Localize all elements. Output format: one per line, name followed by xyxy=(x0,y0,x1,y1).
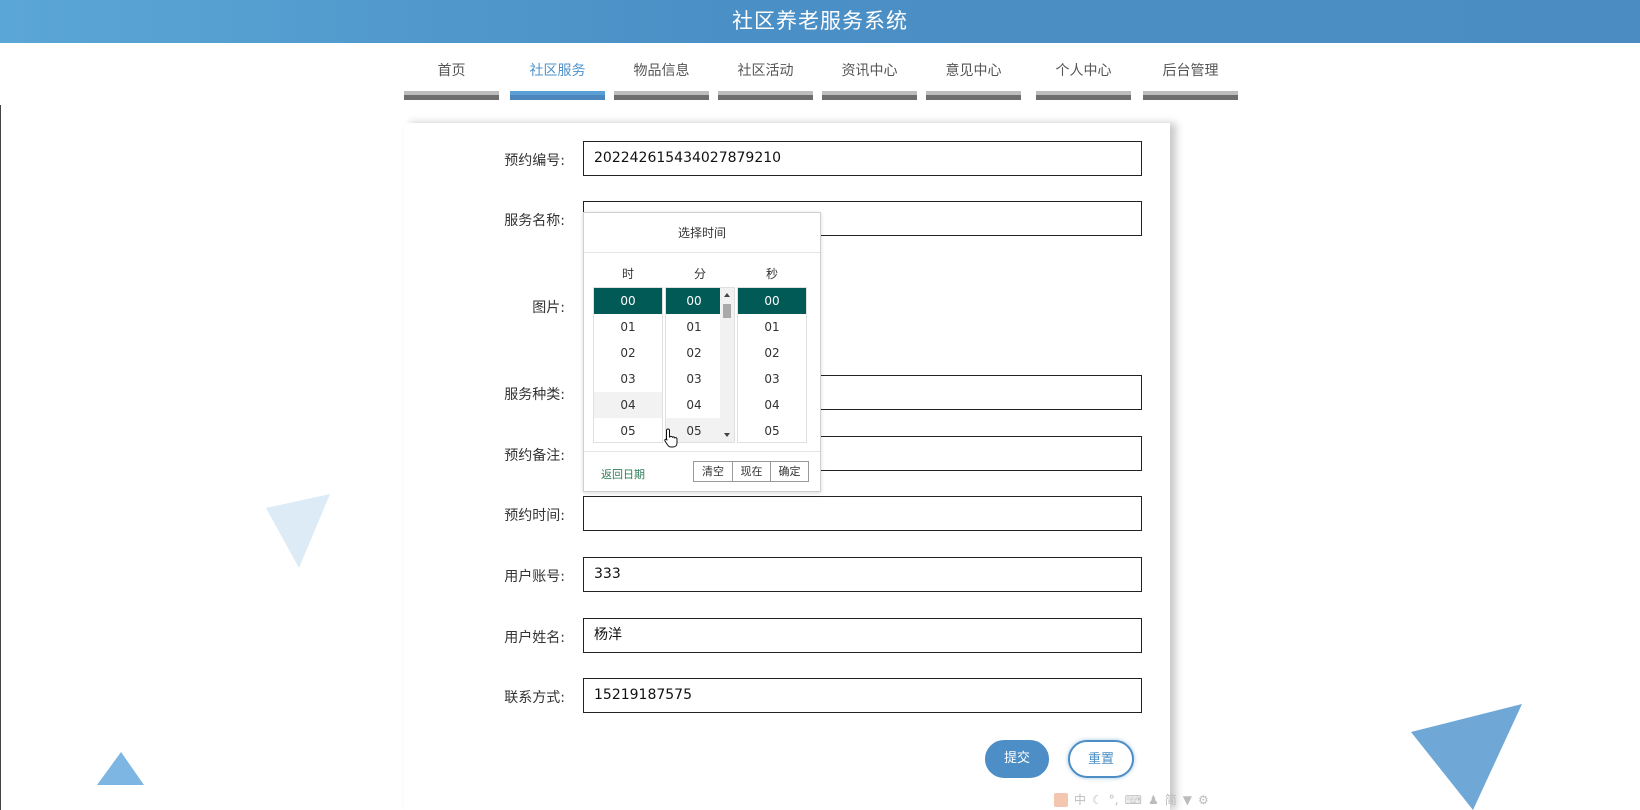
second-list[interactable]: 00 01 02 03 04 05 xyxy=(737,287,807,443)
booking-no-field[interactable]: 20224261543402787921​0 xyxy=(583,141,1142,176)
service-name-label: 服务名称: xyxy=(504,213,565,229)
scroll-up-icon[interactable] xyxy=(724,293,730,297)
minute-list[interactable]: 00 01 02 03 04 05 xyxy=(665,287,735,443)
ime-user-icon[interactable]: ♟ xyxy=(1148,793,1159,807)
hour-option[interactable]: 04 xyxy=(594,392,662,418)
minute-option[interactable]: 03 xyxy=(666,366,722,392)
account-label: 用户账号: xyxy=(504,569,565,585)
hour-column-header: 时 xyxy=(621,267,634,281)
time-picker-footer: 返回日期 清空 现在 确定 xyxy=(584,451,820,493)
username-field[interactable]: 杨洋 xyxy=(583,618,1142,653)
ime-logo-icon xyxy=(1054,792,1068,807)
contact-field[interactable]: 15219187575 xyxy=(583,678,1142,713)
time-picker: 选择时间 时 分 秒 00 01 02 03 04 05 00 01 02 03… xyxy=(583,212,821,492)
minute-column-header: 分 xyxy=(693,267,706,281)
hour-option[interactable]: 05 xyxy=(594,418,662,442)
ime-punctuation-icon[interactable]: °, xyxy=(1109,793,1119,807)
hour-list[interactable]: 00 01 02 03 04 05 xyxy=(593,287,663,443)
nav-personal-center[interactable]: 个人中心 xyxy=(1036,58,1131,100)
confirm-button[interactable]: 确定 xyxy=(770,461,809,482)
ime-moon-icon[interactable]: ☾ xyxy=(1092,793,1103,807)
nav-feedback-center[interactable]: 意见中心 xyxy=(926,58,1021,100)
booking-time-label: 预约时间: xyxy=(504,508,565,524)
back-to-date-link[interactable]: 返回日期 xyxy=(601,466,645,482)
site-header: 社区养老服务系统 xyxy=(0,0,1640,43)
hour-option[interactable]: 02 xyxy=(594,340,662,366)
left-divider xyxy=(0,105,1,810)
image-label: 图片: xyxy=(532,300,565,316)
hour-option[interactable]: 00 xyxy=(594,288,662,314)
contact-label: 联系方式: xyxy=(504,690,565,706)
nav-community-activity[interactable]: 社区活动 xyxy=(718,58,813,100)
ime-toolbar: 中 ☾ °, ⌨ ♟ 简 ▼ ⚙ xyxy=(1054,789,1209,810)
account-field[interactable]: 333 xyxy=(583,557,1142,592)
nav-home[interactable]: 首页 xyxy=(404,58,499,100)
reset-button[interactable]: 重置 xyxy=(1068,740,1134,778)
booking-no-label: 预约编号: xyxy=(504,153,565,169)
time-picker-title: 选择时间 xyxy=(584,213,820,253)
ime-simplified-mode[interactable]: 简 xyxy=(1165,791,1177,808)
nav-admin[interactable]: 后台管理 xyxy=(1143,58,1238,100)
ime-settings-icon[interactable]: ⚙ xyxy=(1198,793,1209,807)
nav-goods-info[interactable]: 物品信息 xyxy=(614,58,709,100)
scroll-thumb[interactable] xyxy=(723,304,731,318)
hand-cursor-icon xyxy=(664,428,678,448)
ime-keyboard-icon[interactable]: ⌨ xyxy=(1125,793,1142,807)
decor-triangle-left xyxy=(266,494,330,568)
submit-button[interactable]: 提交 xyxy=(985,740,1049,778)
minute-scrollbar[interactable] xyxy=(720,288,734,442)
second-option[interactable]: 02 xyxy=(738,340,806,366)
now-button[interactable]: 现在 xyxy=(732,461,771,482)
ime-skin-icon[interactable]: ▼ xyxy=(1183,793,1192,807)
clear-button[interactable]: 清空 xyxy=(693,461,733,482)
second-option[interactable]: 00 xyxy=(738,288,806,314)
page: 社区养老服务系统 首页 社区服务 物品信息 社区活动 资讯中心 意见中心 个人中… xyxy=(0,0,1640,810)
second-option[interactable]: 01 xyxy=(738,314,806,340)
hour-option[interactable]: 01 xyxy=(594,314,662,340)
scroll-down-icon[interactable] xyxy=(724,433,730,437)
ime-chinese-mode[interactable]: 中 xyxy=(1074,791,1086,808)
hour-option[interactable]: 03 xyxy=(594,366,662,392)
minute-option[interactable]: 02 xyxy=(666,340,722,366)
username-label: 用户姓名: xyxy=(504,630,565,646)
minute-option[interactable]: 00 xyxy=(666,288,722,314)
note-label: 预约备注: xyxy=(504,448,565,464)
nav-news-center[interactable]: 资讯中心 xyxy=(822,58,917,100)
minute-option[interactable]: 01 xyxy=(666,314,722,340)
decor-triangle-bottom-left xyxy=(97,752,144,785)
nav-community-service[interactable]: 社区服务 xyxy=(510,58,605,100)
decor-triangle-bottom-right xyxy=(1411,704,1522,810)
second-column-header: 秒 xyxy=(765,267,778,281)
second-option[interactable]: 05 xyxy=(738,418,806,442)
second-option[interactable]: 03 xyxy=(738,366,806,392)
service-type-label: 服务种类: xyxy=(504,387,565,403)
site-title: 社区养老服务系统 xyxy=(732,9,908,33)
booking-time-field[interactable] xyxy=(583,496,1142,531)
minute-option[interactable]: 04 xyxy=(666,392,722,418)
second-option[interactable]: 04 xyxy=(738,392,806,418)
